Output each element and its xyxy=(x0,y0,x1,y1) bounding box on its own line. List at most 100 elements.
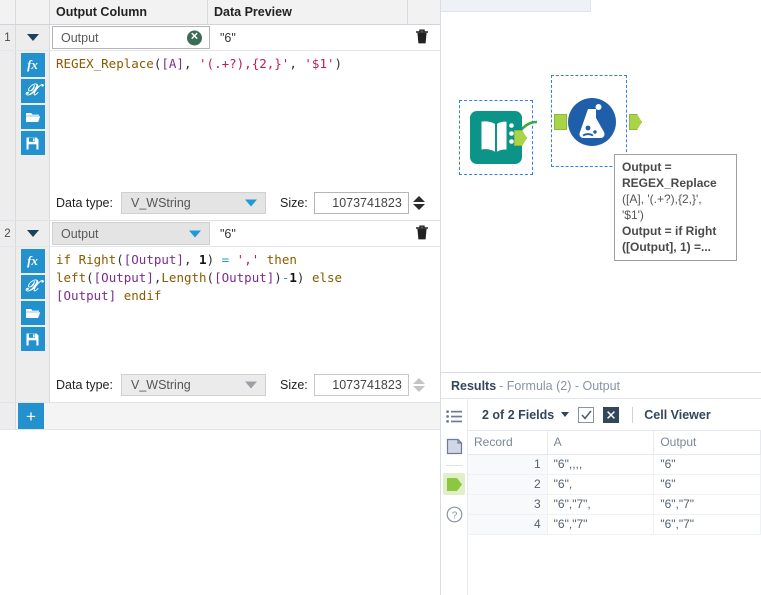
workflow-canvas[interactable]: Output = REGEX_Replace ([A], '(.+?),{2,}… xyxy=(441,12,761,372)
save-disk-icon[interactable] xyxy=(20,327,45,351)
column-header-output[interactable]: Output xyxy=(653,431,761,455)
cell-a: "6", xyxy=(547,474,655,495)
open-folder-icon[interactable] xyxy=(20,105,45,129)
chevron-down-icon[interactable] xyxy=(561,412,570,417)
stepper-down-icon xyxy=(412,204,425,210)
metadata-icon[interactable] xyxy=(443,435,465,457)
formula-row-header-2: 2 Output "6" xyxy=(0,221,440,247)
row-number-2: 2 xyxy=(0,221,16,246)
list-icon-svg xyxy=(446,409,462,423)
table-row[interactable]: 3 "6","7", "6","7" xyxy=(468,494,761,515)
cell-a: "6",,,, xyxy=(547,454,655,475)
header-output-column: Output Column xyxy=(50,0,208,24)
variable-x-icon[interactable]: 𝒳 xyxy=(20,79,45,103)
table-row[interactable]: 1 "6",,,, "6" xyxy=(468,454,761,475)
formula-block-2: fx 𝒳 if Right([Output], 1) = ',' then le… xyxy=(0,247,440,403)
trash-icon-svg xyxy=(416,29,428,43)
size-stepper-2[interactable] xyxy=(411,374,427,396)
flask-icon[interactable] xyxy=(567,97,617,147)
save-disk-icon[interactable] xyxy=(20,131,45,155)
table-row[interactable]: 2 "6", "6" xyxy=(468,474,761,495)
chevron-down-icon xyxy=(26,230,39,237)
cell-record: 2 xyxy=(468,474,548,495)
results-body: ? 2 of 2 Fields Cell Viewer Record A Out… xyxy=(441,399,761,595)
data-type-select-2[interactable]: V_WString xyxy=(120,374,266,396)
checkbox-checked-icon[interactable] xyxy=(578,406,595,423)
output-column-select-2[interactable]: Output xyxy=(52,222,210,245)
formula-code-1[interactable]: REGEX_Replace([A], '(.+?),{2,}', '$1') xyxy=(50,51,440,73)
formula-row-header-1: 1 Output ✕ "6" xyxy=(0,25,440,51)
tooltip-line-2: ([A], '(.+?),{2,}', xyxy=(622,192,702,206)
tooltip-line-1: REGEX_Replace xyxy=(622,176,717,190)
help-icon[interactable]: ? xyxy=(443,503,465,525)
cell-output: "6","7" xyxy=(653,494,761,515)
add-formula-row: + xyxy=(0,403,440,430)
size-label-2: Size: xyxy=(279,378,308,392)
output-column-input-1[interactable]: Output ✕ xyxy=(52,26,210,49)
tooltip-line-4: Output = if Right xyxy=(622,224,717,238)
datatype-bar-2: Data type: V_WString Size: 1073741823 xyxy=(50,372,440,402)
cell-viewer-button[interactable]: Cell Viewer xyxy=(644,408,710,422)
output-anchor-icon[interactable] xyxy=(443,473,465,495)
column-header-record[interactable]: Record xyxy=(468,431,548,455)
data-type-select-1[interactable]: V_WString xyxy=(120,192,266,214)
output-anchor-icon-svg xyxy=(446,477,462,491)
chevron-down-icon xyxy=(26,34,39,41)
fx-icon[interactable]: fx xyxy=(20,53,45,77)
cell-record: 3 xyxy=(468,494,548,515)
formula-node-input-anchor[interactable] xyxy=(554,114,567,130)
save-disk-icon-svg xyxy=(26,137,39,149)
size-stepper-1[interactable] xyxy=(411,192,427,214)
list-icon[interactable] xyxy=(443,405,465,427)
close-box-icon[interactable] xyxy=(603,406,620,423)
rail-divider xyxy=(445,465,463,466)
table-row[interactable]: 4 "6","7" "6","7" xyxy=(468,514,761,535)
formula-node-output-anchor[interactable] xyxy=(629,114,642,130)
node-tooltip: Output = REGEX_Replace ([A], '(.+?),{2,}… xyxy=(614,154,737,261)
data-type-value-2: V_WString xyxy=(130,378,191,392)
row-number-1: 1 xyxy=(0,25,16,50)
trash-icon-svg xyxy=(416,225,428,239)
formula-code-2[interactable]: if Right([Output], 1) = ',' then left([O… xyxy=(50,247,440,305)
size-input-2[interactable]: 1073741823 xyxy=(313,374,409,396)
results-rail: ? xyxy=(441,399,468,595)
results-title-dim: - Formula (2) - Output xyxy=(499,378,621,393)
toolbar-divider xyxy=(632,406,634,423)
header-expander-col xyxy=(16,0,50,24)
gutter-add xyxy=(0,403,16,429)
datatype-bar-1: Data type: V_WString Size: 1073741823 xyxy=(50,190,440,220)
header-spacer-1 xyxy=(0,0,16,24)
fx-icon[interactable]: fx xyxy=(20,249,45,273)
clear-circle-icon[interactable]: ✕ xyxy=(187,30,202,45)
gutter-2 xyxy=(0,247,16,402)
formula-editor-1[interactable]: REGEX_Replace([A], '(.+?),{2,}', '$1') D… xyxy=(50,51,440,220)
cell-record: 1 xyxy=(468,454,548,475)
output-column-value-1: Output xyxy=(61,30,99,45)
open-folder-icon[interactable] xyxy=(20,301,45,325)
fields-count-label[interactable]: 2 of 2 Fields xyxy=(482,408,554,422)
size-input-1[interactable]: 1073741823 xyxy=(313,192,409,214)
chevron-down-icon xyxy=(189,230,201,237)
formula-editor-2[interactable]: if Right([Output], 1) = ',' then left([O… xyxy=(50,247,440,402)
chevron-down-icon xyxy=(244,199,257,207)
stepper-up-icon xyxy=(412,196,425,202)
formula-block-1: fx 𝒳 REGEX_Replace([A], '(.+?),{2,}', '$… xyxy=(0,51,440,221)
checkmark-glyph xyxy=(581,409,592,420)
metadata-icon-svg xyxy=(446,438,462,454)
row-expander-1[interactable] xyxy=(16,25,50,50)
results-toolbar: 2 of 2 Fields Cell Viewer xyxy=(468,399,761,431)
cell-output: "6" xyxy=(653,454,761,475)
results-title-strong: Results xyxy=(451,378,497,393)
formula-tools-1: fx 𝒳 xyxy=(16,51,50,220)
stepper-down-icon xyxy=(412,386,425,392)
row-expander-2[interactable] xyxy=(16,221,50,246)
trash-icon[interactable] xyxy=(414,224,430,244)
add-formula-button[interactable]: + xyxy=(18,403,44,429)
trash-icon[interactable] xyxy=(414,28,430,48)
cell-a: "6","7", xyxy=(547,494,655,515)
close-glyph xyxy=(607,410,616,419)
gutter-1 xyxy=(0,51,16,220)
variable-x-icon[interactable]: 𝒳 xyxy=(20,275,45,299)
canvas-top-strip xyxy=(441,0,591,12)
column-header-a[interactable]: A xyxy=(547,431,655,455)
